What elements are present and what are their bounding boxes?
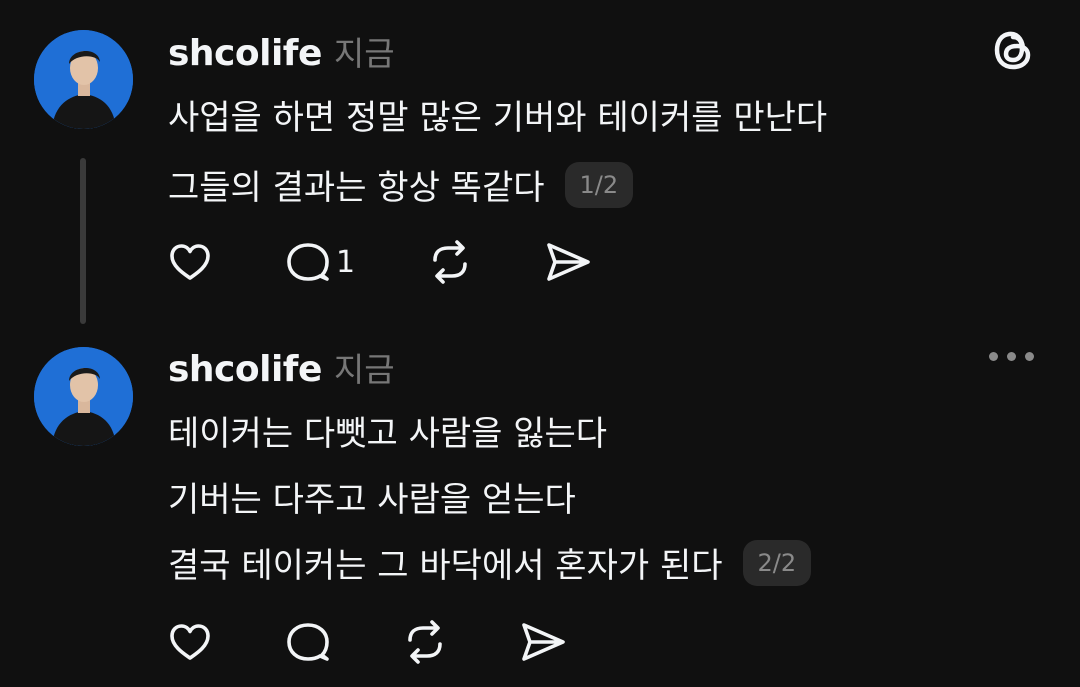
more-icon[interactable] (989, 352, 1034, 361)
comment-icon (287, 243, 329, 281)
heart-icon (170, 624, 210, 660)
thread-post-2: shcolife 지금 테이커는 다뺏고 사람을 잃는다 기버는 다주고 사람을… (0, 340, 1080, 687)
action-bar (166, 618, 567, 666)
post-header: shcolife 지금 (168, 343, 395, 391)
post-text: 결국 테이커는 그 바닥에서 혼자가 된다 (168, 546, 723, 586)
send-icon (547, 243, 590, 281)
action-bar: 1 (166, 238, 592, 286)
reply-count: 1 (336, 244, 356, 280)
post-text-line: 결국 테이커는 그 바닥에서 혼자가 된다 2/2 (168, 538, 812, 587)
thread-post-1: shcolife 지금 사업을 하면 정말 많은 기버와 테이커를 만난다 그들… (0, 0, 1080, 340)
repost-button[interactable] (426, 238, 544, 286)
more-dot (1025, 352, 1034, 361)
post-text-line: 그들의 결과는 항상 똑같다 1/2 (168, 160, 634, 209)
send-icon (522, 623, 565, 661)
more-dot (1007, 352, 1016, 361)
more-dot (989, 352, 998, 361)
share-button[interactable] (544, 238, 592, 286)
post-text-line: 사업을 하면 정말 많은 기버와 테이커를 만난다 (168, 98, 828, 138)
username[interactable]: shcolife (168, 349, 322, 390)
post-text: 그들의 결과는 항상 똑같다 (168, 168, 545, 208)
post-text-line: 테이커는 다뺏고 사람을 잃는다 (168, 414, 608, 454)
repost-button[interactable] (401, 618, 519, 666)
share-button[interactable] (519, 618, 567, 666)
timestamp: 지금 (333, 34, 395, 73)
avatar[interactable] (34, 347, 133, 446)
comment-icon (287, 623, 329, 661)
like-button[interactable] (166, 238, 284, 286)
heart-icon (170, 244, 210, 280)
repost-icon (433, 240, 467, 284)
reply-button[interactable]: 1 (284, 238, 426, 286)
reply-button[interactable] (284, 618, 401, 666)
timestamp: 지금 (333, 350, 395, 389)
avatar[interactable] (34, 30, 133, 129)
like-button[interactable] (166, 618, 284, 666)
repost-icon (408, 620, 442, 664)
thread-page-badge: 2/2 (742, 539, 812, 586)
threads-logo-icon[interactable] (992, 26, 1034, 74)
thread-page-badge: 1/2 (564, 161, 634, 208)
post-text-line: 기버는 다주고 사람을 얻는다 (168, 480, 576, 520)
thread-connector-line (80, 158, 86, 324)
username[interactable]: shcolife (168, 33, 322, 74)
post-header: shcolife 지금 (168, 27, 395, 75)
